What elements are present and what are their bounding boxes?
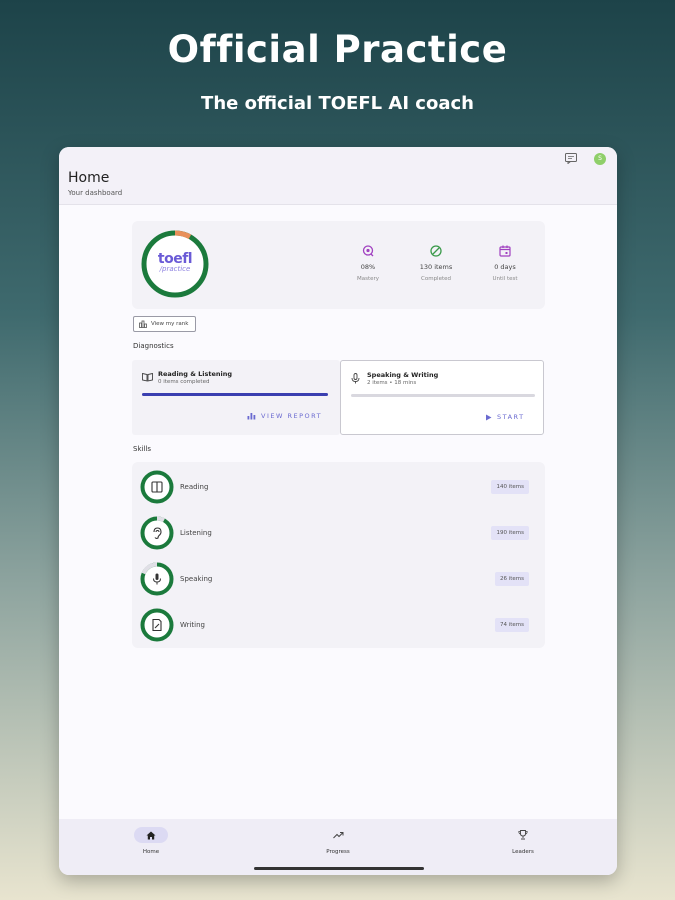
- dashboard-card: toefl /practice 08% Mastery 130 items Co…: [132, 221, 545, 309]
- diagnostic-subtitle: 2 items • 18 mins: [367, 380, 417, 386]
- skill-name: Writing: [180, 621, 205, 629]
- skill-row-writing[interactable]: Writing 74 items: [140, 608, 537, 644]
- skill-count-badge: 26 items: [494, 572, 529, 586]
- microphone-icon: [351, 373, 360, 384]
- view-rank-label: View my rank: [151, 321, 189, 327]
- nav-leaders[interactable]: Leaders: [493, 827, 553, 855]
- avatar[interactable]: S: [594, 153, 606, 165]
- logo-subtext: /practice: [159, 265, 191, 273]
- calendar-icon: [499, 245, 511, 257]
- skill-count-badge: 190 items: [491, 526, 529, 540]
- nav-label: Leaders: [512, 849, 534, 855]
- play-icon: [486, 414, 492, 420]
- stat-completed: 130 items Completed: [411, 245, 461, 282]
- page-subtitle: Your dashboard: [68, 189, 123, 197]
- chat-icon[interactable]: [565, 153, 577, 164]
- skill-count-badge: 74 items: [494, 618, 529, 632]
- diagnostic-progress-track: [351, 394, 535, 397]
- nav-label: Progress: [326, 849, 350, 855]
- diagnostic-speaking-writing[interactable]: Speaking & Writing 2 items • 18 mins STA…: [340, 360, 544, 435]
- skill-progress-ring: [140, 608, 174, 642]
- bar-chart-icon: [247, 413, 256, 420]
- home-indicator[interactable]: [254, 867, 424, 870]
- stat-until-test: 0 days Until test: [480, 245, 530, 282]
- view-report-button[interactable]: VIEW REPORT: [247, 412, 322, 420]
- stat-mastery: 08% Mastery: [343, 245, 393, 282]
- skill-name: Speaking: [180, 575, 213, 583]
- hero-title: Official Practice: [167, 28, 508, 71]
- leaderboard-icon: [139, 320, 147, 328]
- ear-icon: [153, 527, 162, 539]
- trophy-icon: [518, 830, 528, 840]
- stat-value: 0 days: [494, 263, 516, 271]
- diagnostic-progress-fill: [142, 393, 328, 396]
- skill-name: Listening: [180, 529, 212, 537]
- device-screen: Home Your dashboard S toefl /practice 08…: [59, 147, 617, 875]
- nav-home[interactable]: Home: [121, 827, 181, 855]
- skill-row-reading[interactable]: Reading 140 items: [140, 470, 537, 506]
- view-report-label: VIEW REPORT: [261, 412, 323, 420]
- home-icon: [146, 831, 156, 839]
- diagnostic-title: Reading & Listening: [158, 370, 233, 378]
- view-rank-button[interactable]: View my rank: [133, 316, 196, 332]
- diagnostic-title: Speaking & Writing: [367, 371, 439, 379]
- skill-progress-ring: [140, 470, 174, 504]
- mastery-icon: [362, 245, 374, 257]
- trend-icon: [332, 832, 343, 839]
- hero-subtitle: The official TOEFL AI coach: [201, 93, 474, 114]
- diagnostic-reading-listening[interactable]: Reading & Listening 0 items completed VI…: [132, 360, 340, 435]
- stat-label: Until test: [492, 276, 518, 282]
- nav-progress[interactable]: Progress: [308, 827, 368, 855]
- diagnostic-subtitle: 0 items completed: [158, 379, 210, 385]
- skill-name: Reading: [180, 483, 209, 491]
- nav-label: Home: [142, 849, 160, 855]
- book-open-icon: [142, 372, 153, 382]
- start-button[interactable]: START: [485, 413, 525, 421]
- stat-label: Completed: [421, 276, 451, 282]
- skill-row-speaking[interactable]: Speaking 26 items: [140, 562, 537, 598]
- stat-value: 08%: [360, 263, 376, 271]
- skill-progress-ring: [140, 516, 174, 550]
- book-icon: [151, 481, 163, 493]
- stat-label: Mastery: [356, 276, 380, 282]
- stat-value: 130 items: [419, 263, 453, 271]
- skill-count-badge: 140 items: [491, 480, 529, 494]
- diagnostic-progress-track: [142, 393, 328, 396]
- bottom-navigation: Home Progress Leaders: [59, 819, 617, 875]
- page-title: Home: [68, 170, 110, 186]
- diagnostics-heading: Diagnostics: [133, 342, 174, 350]
- microphone-icon: [153, 573, 161, 585]
- progress-ring: toefl /practice: [140, 229, 210, 299]
- document-edit-icon: [152, 618, 162, 632]
- app-bar: Home Your dashboard S: [59, 147, 617, 205]
- skill-row-listening[interactable]: Listening 190 items: [140, 516, 537, 552]
- skills-heading: Skills: [133, 445, 151, 453]
- check-circle-icon: [430, 245, 442, 257]
- start-label: START: [497, 413, 525, 421]
- skills-card: Reading 140 items Listening 190 items Sp…: [132, 462, 545, 648]
- skill-progress-ring: [140, 562, 174, 596]
